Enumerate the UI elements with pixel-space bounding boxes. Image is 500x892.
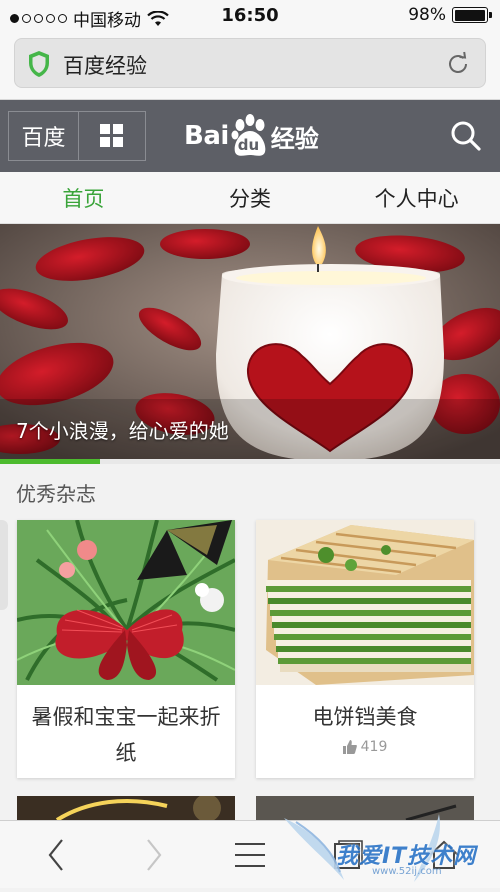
paw-icon: du <box>229 114 271 158</box>
back-button[interactable] <box>36 835 76 875</box>
banner-caption: 7个小浪漫，给心爱的她 <box>16 419 229 443</box>
site-watermark: 我爱IT技术网 www.52ij.com <box>274 812 494 888</box>
carousel-edge <box>0 520 8 610</box>
url-text: 百度经验 <box>63 54 147 78</box>
magazine-card[interactable]: 暑假和宝宝一起来折纸 <box>17 520 235 778</box>
carousel-progress <box>0 459 500 464</box>
forward-icon <box>147 839 162 871</box>
forward-button[interactable] <box>134 835 174 875</box>
tab-categories[interactable]: 分类 <box>167 172 334 223</box>
address-bar[interactable]: 百度经验 <box>14 38 486 88</box>
card-thumbnail <box>256 520 474 685</box>
baidu-home-link[interactable]: 百度 <box>9 112 79 160</box>
site-header: 百度 Bai du 经验 <box>0 100 500 172</box>
reload-icon[interactable] <box>445 51 471 77</box>
baidu-jingyan-logo[interactable]: Bai du 经验 <box>184 114 319 158</box>
grid-icon <box>100 124 123 147</box>
card-title: 电饼铛美食 <box>312 705 418 729</box>
logo-jingyan: 经验 <box>270 124 319 153</box>
status-bar: 中国移动 16:50 98% <box>0 0 500 32</box>
like-count-value: 419 <box>360 739 388 755</box>
address-area: 百度经验 <box>0 32 500 100</box>
like-count: 419 <box>256 739 474 755</box>
magazine-card[interactable]: 电饼铛美食 419 <box>256 520 474 778</box>
featured-banner[interactable]: 7个小浪漫，给心爱的她 <box>0 224 500 461</box>
section-title: 优秀杂志 <box>16 482 96 506</box>
header-nav-box: 百度 <box>8 111 146 161</box>
main-tabs: 首页 分类 个人中心 <box>0 172 500 224</box>
search-icon[interactable] <box>450 120 482 152</box>
menu-icon <box>235 843 265 867</box>
shield-icon <box>29 51 49 77</box>
back-icon <box>48 839 63 871</box>
logo-du: du <box>237 136 260 154</box>
watermark-url: www.52ij.com <box>372 866 442 877</box>
battery-group: 98% <box>408 5 492 25</box>
menu-button[interactable] <box>230 835 270 875</box>
tab-profile[interactable]: 个人中心 <box>333 172 500 223</box>
tab-home[interactable]: 首页 <box>0 172 167 223</box>
magazine-card-peek[interactable] <box>17 796 235 820</box>
battery-icon <box>452 7 492 23</box>
card-thumbnail <box>17 520 235 685</box>
card-title: 暑假和宝宝一起来折纸 <box>31 705 221 765</box>
grid-menu-button[interactable] <box>79 112 145 160</box>
thumbs-up-icon <box>342 740 357 754</box>
battery-percent: 98% <box>408 5 446 25</box>
